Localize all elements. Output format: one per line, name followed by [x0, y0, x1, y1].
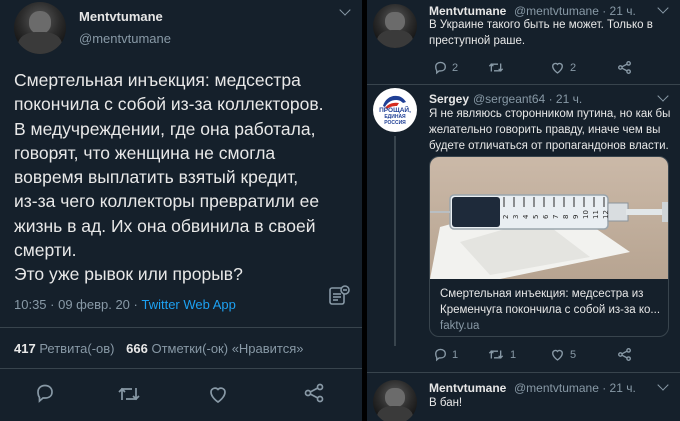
syringe-photo: 2 3 4 5 6 7 8 9 10 11 12: [430, 194, 668, 279]
tweet-text-line: вовремя выплатить взятый кредит,: [14, 167, 299, 188]
author-handle[interactable]: @mentvtumane: [79, 31, 171, 46]
syringe-mark-label: 4: [522, 214, 530, 219]
chevron-down-icon[interactable]: [657, 2, 669, 14]
author-handle[interactable]: @mentvtumane · 21 ч.: [514, 4, 636, 18]
author-handle[interactable]: @mentvtumane · 21 ч.: [514, 381, 636, 395]
avatar[interactable]: [14, 2, 66, 54]
like-count: 5: [570, 349, 577, 361]
tweet-text-line: В медучреждении, где она работала,: [14, 118, 316, 139]
reply-icon[interactable]: [433, 347, 448, 362]
syringe-mark-label: 9: [572, 215, 580, 219]
syringe-mark-label: 5: [532, 215, 540, 219]
author-name[interactable]: Mentvtumane: [429, 381, 506, 395]
reply-text-line: В бан!: [429, 397, 463, 409]
thread-line: [394, 136, 396, 346]
reply-text-line: желательно говорить правду, иначе чем вы: [429, 124, 661, 136]
reply-count: 2: [452, 62, 459, 74]
card-domain: fakty.ua: [440, 320, 480, 332]
like-icon[interactable]: [207, 383, 229, 405]
syringe-mark-label: 11: [592, 210, 600, 219]
timestamp-text: 10:35 · 09 февр. 20 ·: [14, 297, 142, 312]
syringe-mark-label: 6: [542, 214, 550, 219]
avatar[interactable]: [373, 4, 417, 48]
share-icon[interactable]: [617, 347, 632, 362]
avatar[interactable]: ПРОЩАЙ, ЕДИНАЯ РОССИЯ: [373, 88, 417, 132]
reply-text-line: преступной раше.: [429, 35, 526, 47]
main-tweet-panel: Mentvtumane @mentvtumane Смертельная инъ…: [0, 0, 362, 421]
like-icon[interactable]: [550, 60, 565, 75]
link-card[interactable]: 2 3 4 5 6 7 8 9 10 11 12 Смертельная инъекция: мед…: [429, 156, 669, 337]
tweet-stats: 417 Ретвита(-ов) 666 Отметки(-ок) «Нрави…: [14, 341, 304, 356]
chevron-down-icon[interactable]: [339, 4, 351, 16]
reply-text-line: В Украине такого быть не может. Только в: [429, 19, 653, 31]
divider: [367, 84, 680, 85]
syringe-mark-label: 8: [562, 215, 570, 219]
likes-count[interactable]: 666: [126, 341, 148, 356]
retweet-icon[interactable]: [117, 383, 141, 405]
reply-count: 1: [452, 349, 459, 361]
tweet-text-line: жизнь в ад. Их она обвинила в своей: [14, 215, 316, 236]
retweet-count: 1: [510, 349, 517, 361]
reply-text-line: будете отличаться от пропагандонов власт…: [429, 140, 669, 152]
syringe-mark-label: 3: [512, 215, 520, 219]
author-handle[interactable]: @sergeant64 · 21 ч.: [473, 92, 582, 106]
divider: [367, 372, 680, 373]
like-count: 2: [570, 62, 577, 74]
card-title-line: Смертельная инъекция: медсестра из: [440, 288, 644, 300]
divider: [0, 327, 362, 328]
retweets-label[interactable]: Ретвита(-ов): [39, 341, 114, 356]
chevron-down-icon[interactable]: [657, 379, 669, 391]
retweets-count[interactable]: 417: [14, 341, 36, 356]
tweet-text-line: из-за чего коллекторы превратили ее: [14, 191, 320, 212]
retweet-icon[interactable]: [488, 60, 504, 75]
tweet-text-line: говорят, что женщина не смогла: [14, 142, 276, 163]
card-image: 2 3 4 5 6 7 8 9 10 11 12: [430, 157, 668, 279]
source-link[interactable]: Twitter Web App: [141, 297, 235, 312]
tweet-text-line: смерти.: [14, 240, 77, 261]
reply-icon[interactable]: [433, 60, 448, 75]
syringe-mark-label: 12: [602, 210, 610, 219]
author-name[interactable]: Sergey: [429, 92, 469, 106]
replies-panel: Mentvtumane @mentvtumane · 21 ч. В Украи…: [367, 0, 680, 421]
syringe-mark-label: 10: [582, 210, 590, 219]
divider: [0, 368, 362, 369]
card-title-line: Кременчуга покончила с собой из-за ко...: [440, 304, 661, 316]
reply-icon[interactable]: [34, 382, 56, 404]
avatar[interactable]: [373, 380, 417, 421]
syringe-mark-label: 2: [502, 215, 510, 219]
likes-label[interactable]: Отметки(-ок) «Нравится»: [151, 341, 303, 356]
author-name[interactable]: Mentvtumane: [79, 9, 163, 24]
reply-text-line: Я не являюсь сторонником путина, но как …: [429, 108, 671, 120]
syringe-mark-label: 7: [552, 215, 560, 219]
avatar-caption: ПРОЩАЙ, ЕДИНАЯ РОССИЯ: [379, 107, 411, 126]
tweet-text: Смертельная инъекция: медсестра покончила…: [14, 68, 359, 287]
share-icon[interactable]: [303, 382, 325, 404]
chevron-down-icon[interactable]: [657, 90, 669, 102]
like-icon[interactable]: [550, 347, 565, 362]
tweet-timestamp: 10:35 · 09 февр. 20 · Twitter Web App: [14, 297, 236, 312]
tweet-text-line: Это уже рывок или прорыв?: [14, 264, 243, 285]
analytics-icon[interactable]: [328, 285, 350, 307]
share-icon[interactable]: [617, 60, 632, 75]
tweet-text-line: покончила с собой из-за коллекторов.: [14, 94, 324, 115]
author-name[interactable]: Mentvtumane: [429, 4, 506, 18]
tweet-text-line: Смертельная инъекция: медсестра: [14, 70, 301, 90]
retweet-icon[interactable]: [488, 347, 504, 362]
